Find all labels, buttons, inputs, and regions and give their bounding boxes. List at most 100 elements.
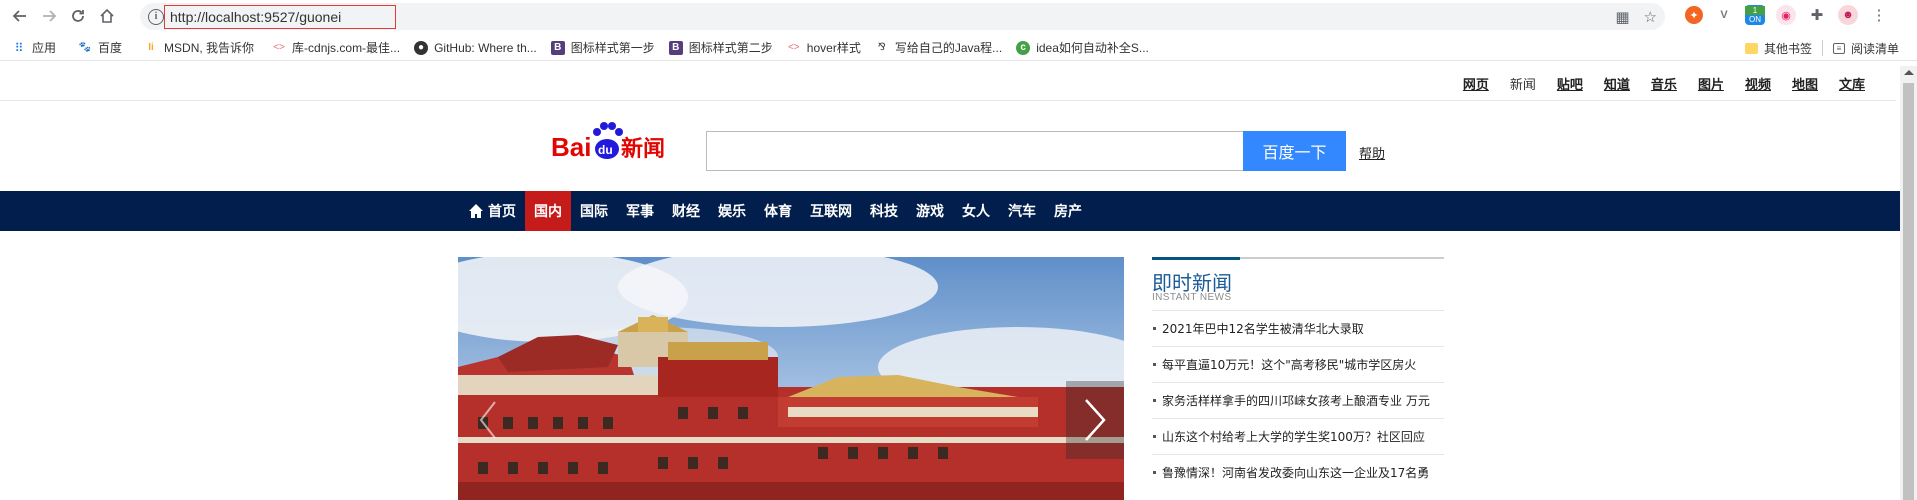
scrollbar-thumb[interactable]	[1903, 83, 1914, 500]
channel-caijing[interactable]: 财经	[663, 191, 709, 231]
news-item-text: 家务活样样拿手的四川邛崃女孩考上酿酒专业 万元	[1162, 394, 1430, 408]
instant-news-list: 2021年巴中12名学生被清华北大录取 每平直逼10万元！这个"高考移民"城市学…	[1152, 310, 1444, 490]
extension-clip-icon[interactable]: ◉	[1776, 5, 1796, 25]
news-item[interactable]: 2021年巴中12名学生被清华北大录取	[1152, 310, 1444, 346]
browser-toolbar: i http://localhost:9527/guonei ▦ ☆ ✦ V 1…	[0, 0, 1917, 32]
channel-youxi[interactable]: 游戏	[907, 191, 953, 231]
extension-on-icon[interactable]: 1 ON	[1745, 5, 1765, 25]
other-bookmarks[interactable]: 其他书签	[1744, 40, 1812, 57]
carousel-prev-button[interactable]	[468, 389, 508, 451]
channel-tiyu[interactable]: 体育	[755, 191, 801, 231]
bookmark-label: 图标样式第二步	[688, 41, 773, 55]
header-divider	[0, 100, 1896, 101]
vertical-scrollbar[interactable]	[1900, 66, 1917, 500]
address-bar[interactable]: i http://localhost:9527/guonei ▦ ☆	[140, 3, 1665, 30]
arrow-right-icon	[43, 10, 57, 22]
carousel-next-button[interactable]	[1066, 381, 1124, 459]
search-input[interactable]	[706, 131, 1243, 171]
bookmark-item[interactable]: ● GitHub: Where th...	[414, 40, 537, 55]
channel-internet[interactable]: 互联网	[801, 191, 861, 231]
bookmark-item[interactable]: B 图标样式第一步	[550, 39, 655, 56]
bookmark-item[interactable]: ⅋ 写给自己的Java程...	[875, 39, 1002, 56]
bookmark-item[interactable]: ⠿ 应用	[12, 39, 56, 56]
top-link-video[interactable]: 视频	[1745, 74, 1771, 93]
news-item[interactable]: 山东这个村给考上大学的学生奖100万？社区回应	[1152, 418, 1444, 454]
top-link-map[interactable]: 地图	[1792, 74, 1818, 93]
bullet-icon	[1153, 327, 1156, 330]
star-icon[interactable]: ☆	[1644, 8, 1657, 26]
bookmark-label: 应用	[32, 41, 57, 55]
top-link-tieba[interactable]: 贴吧	[1557, 74, 1583, 93]
bookmark-item[interactable]: c idea如何自动补全S...	[1016, 39, 1149, 56]
channel-qiche[interactable]: 汽车	[999, 191, 1045, 231]
top-link-zhidao[interactable]: 知道	[1604, 74, 1630, 93]
news-carousel[interactable]	[458, 257, 1124, 500]
home-button[interactable]	[94, 3, 120, 29]
profile-avatar[interactable]: ☻	[1838, 5, 1858, 25]
news-item[interactable]: 家务活样样拿手的四川邛崃女孩考上酿酒专业 万元	[1152, 382, 1444, 418]
channel-nvren[interactable]: 女人	[953, 191, 999, 231]
carousel-image	[458, 257, 1124, 500]
qr-code-icon[interactable]: ▦	[1615, 8, 1629, 26]
forward-button[interactable]	[36, 3, 62, 29]
top-link-news[interactable]: 新闻	[1510, 74, 1536, 93]
reading-list[interactable]: ≡ 阅读清单	[1832, 40, 1899, 57]
bookmark-item[interactable]: Ii MSDN, 我告诉你	[144, 39, 254, 56]
logo-news-text: 新闻	[621, 136, 665, 162]
home-icon	[469, 204, 483, 218]
github-icon: ●	[414, 40, 429, 55]
channel-keji[interactable]: 科技	[861, 191, 907, 231]
chevron-left-icon	[479, 401, 496, 439]
reading-list-label: 阅读清单	[1850, 41, 1899, 56]
extension-v-icon[interactable]: V	[1714, 5, 1734, 25]
search-button[interactable]: 百度一下	[1243, 131, 1346, 171]
bullet-icon	[1153, 399, 1156, 402]
baidu-news-logo[interactable]: Bai du 新闻	[551, 118, 691, 164]
help-link[interactable]: 帮助	[1359, 143, 1385, 162]
bootstrap-icon: B	[550, 40, 565, 55]
news-item[interactable]: 鲁豫情深！河南省发改委向山东这一企业及17名勇	[1152, 454, 1444, 490]
news-item-text: 2021年巴中12名学生被清华北大录取	[1162, 322, 1364, 336]
bullet-icon	[1153, 363, 1156, 366]
reload-icon	[72, 10, 84, 22]
reading-list-icon: ≡	[1832, 42, 1845, 54]
info-icon[interactable]: i	[148, 8, 164, 25]
news-top-accent	[1152, 257, 1240, 260]
channel-guoji[interactable]: 国际	[571, 191, 617, 231]
other-bookmarks-label: 其他书签	[1763, 41, 1812, 56]
bullet-icon	[1153, 471, 1156, 474]
bookmark-label: 写给自己的Java程...	[894, 41, 1003, 55]
top-link-web[interactable]: 网页	[1463, 74, 1489, 93]
apps-icon: ⠿	[14, 40, 24, 55]
back-button[interactable]	[7, 3, 33, 29]
news-item-text: 山东这个村给考上大学的学生奖100万？社区回应	[1162, 430, 1425, 444]
search-form: 百度一下	[706, 131, 1346, 171]
bookmark-label: MSDN, 我告诉你	[164, 41, 255, 55]
bookmark-item[interactable]: <> hover样式	[787, 39, 861, 56]
bookmark-label: 百度	[98, 41, 123, 55]
news-item[interactable]: 每平直逼10万元！这个"高考移民"城市学区房火	[1152, 346, 1444, 382]
scroll-up-arrow-icon[interactable]	[1904, 70, 1914, 75]
bookmark-item[interactable]: 🐾 百度	[78, 39, 122, 56]
channel-fangchan[interactable]: 房产	[1045, 191, 1091, 231]
channel-guonei[interactable]: 国内	[525, 191, 571, 231]
channel-junshi[interactable]: 军事	[617, 191, 663, 231]
top-links: 网页 新闻 贴吧 知道 音乐 图片 视频 地图 文库	[1463, 74, 1865, 93]
channel-yule[interactable]: 娱乐	[709, 191, 755, 231]
top-link-music[interactable]: 音乐	[1651, 74, 1677, 93]
bookmark-item[interactable]: B 图标样式第二步	[668, 39, 773, 56]
bookmark-label: 库-cdnjs.com-最佳...	[292, 41, 401, 55]
more-menu-icon[interactable]: ⋮	[1869, 5, 1889, 25]
puzzle-icon[interactable]: ✚	[1807, 5, 1827, 25]
channel-home[interactable]: 首页	[459, 191, 525, 231]
reload-button[interactable]	[65, 3, 91, 29]
channel-nav: 首页 国内 国际 军事 财经 娱乐 体育 互联网 科技 游戏 女人 汽车 房产	[0, 191, 1900, 231]
page-viewport: 网页 新闻 贴吧 知道 音乐 图片 视频 地图 文库 Bai du 新闻 百度一…	[0, 66, 1917, 500]
top-link-wenku[interactable]: 文库	[1839, 74, 1865, 93]
bookmark-label: 图标样式第一步	[570, 41, 655, 55]
extension-orange-icon[interactable]: ✦	[1685, 6, 1703, 24]
url-text[interactable]: http://localhost:9527/guonei	[164, 5, 396, 29]
bookmark-item[interactable]: <> 库-cdnjs.com-最佳...	[272, 39, 400, 56]
news-item-text: 每平直逼10万元！这个"高考移民"城市学区房火	[1162, 358, 1417, 372]
top-link-images[interactable]: 图片	[1698, 74, 1724, 93]
